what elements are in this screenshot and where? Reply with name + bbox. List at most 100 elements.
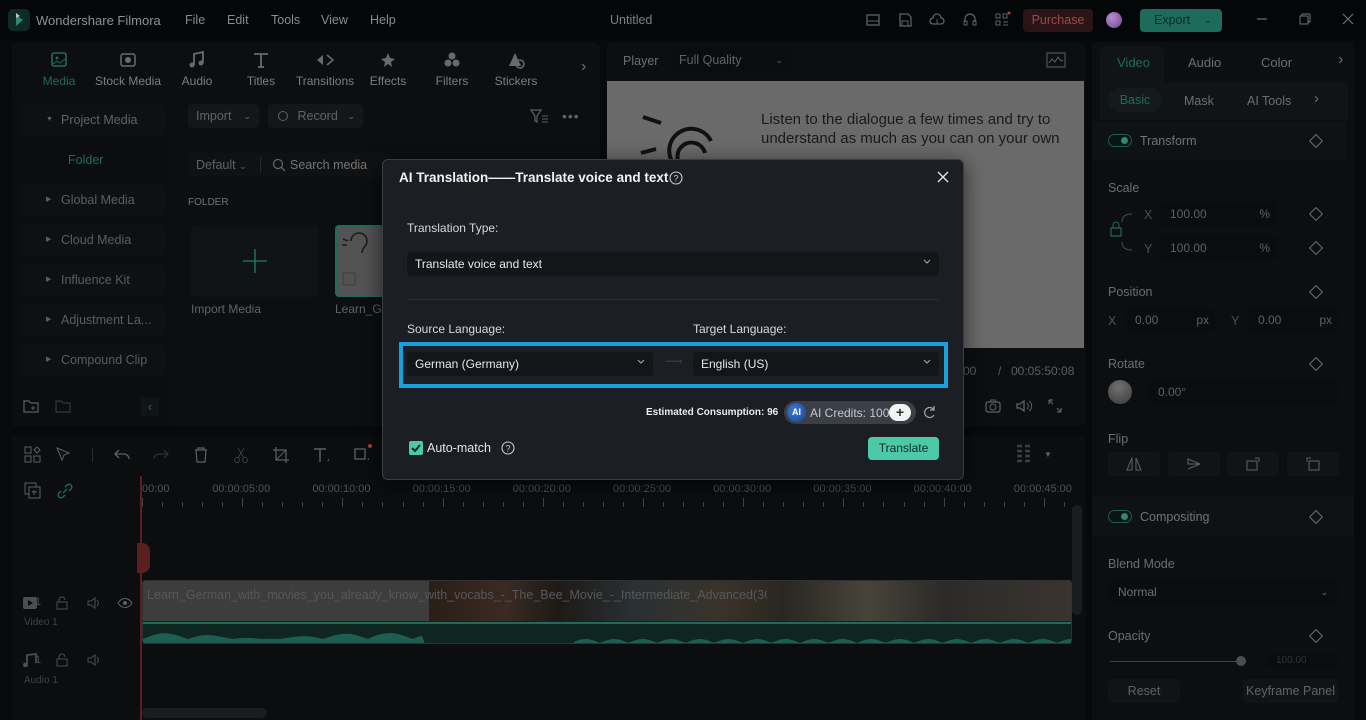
chevron-right-icon[interactable]: › (1338, 51, 1343, 69)
position-x-input[interactable]: 0.00 px (1125, 308, 1215, 332)
refresh-icon[interactable] (923, 405, 937, 419)
volume-icon[interactable] (1015, 398, 1033, 414)
chevron-down-icon[interactable]: ⌄ (1204, 9, 1212, 32)
redo-icon[interactable] (152, 446, 170, 464)
sidebar-item-influence-kit[interactable]: ▶ Influence Kit (20, 264, 166, 296)
mute-track-icon[interactable] (87, 596, 101, 610)
tab-effects[interactable]: Effects (353, 50, 423, 88)
target-language-dropdown[interactable]: English (US) (693, 352, 939, 376)
delete-folder-icon[interactable] (55, 398, 71, 414)
opacity-slider-thumb[interactable] (1236, 656, 1246, 666)
blend-mode-dropdown[interactable]: Normal ⌄ (1108, 580, 1338, 604)
quality-dropdown[interactable]: Full Quality ⌄ (673, 48, 791, 72)
playhead-handle[interactable] (137, 543, 150, 573)
track-view-icon[interactable] (1015, 444, 1033, 464)
scissors-split-icon[interactable] (232, 446, 250, 464)
help-icon[interactable]: ? (501, 441, 515, 455)
chevron-right-icon[interactable]: › (1314, 90, 1319, 107)
layout-icon[interactable] (864, 11, 882, 29)
auto-match-checkbox[interactable] (409, 441, 423, 455)
more-options-icon[interactable]: ••• (562, 108, 580, 124)
chevron-right-icon[interactable]: › (581, 58, 586, 76)
transform-toggle[interactable] (1108, 134, 1132, 147)
tab-stock-media[interactable]: Stock Media (93, 50, 163, 88)
menu-help[interactable]: Help (370, 13, 396, 27)
link-icon[interactable] (56, 482, 74, 500)
close-dialog-icon[interactable] (936, 170, 950, 184)
tab-media[interactable]: Media (24, 50, 94, 88)
restore-icon[interactable] (1298, 12, 1312, 26)
tab-audio-props[interactable]: Audio (1188, 55, 1221, 70)
lock-ratio-icon[interactable] (1110, 210, 1136, 254)
scene-layout-icon[interactable] (24, 446, 42, 464)
import-media-tile[interactable] (191, 225, 319, 297)
timeline-clip[interactable]: Learn_German_with_movies_you_already_kno… (142, 580, 1072, 644)
new-folder-icon[interactable] (23, 398, 39, 414)
eye-visibility-icon[interactable] (117, 596, 133, 610)
scale-x-input[interactable]: 100.00% (1160, 202, 1278, 226)
subtab-ai-tools[interactable]: AI Tools (1247, 94, 1291, 108)
sidebar-item-adjustment-layer[interactable]: ▶ Adjustment La... (20, 304, 166, 336)
source-language-dropdown[interactable]: German (Germany) (407, 352, 653, 376)
export-button[interactable]: Export ⌄ (1140, 9, 1222, 32)
tab-transitions[interactable]: Transitions (290, 50, 360, 88)
tab-video[interactable]: Video (1117, 55, 1150, 70)
reset-button[interactable]: Reset (1108, 679, 1180, 703)
add-track-icon[interactable] (24, 482, 42, 500)
tab-titles[interactable]: Titles (226, 50, 296, 88)
tab-stickers[interactable]: Stickers (481, 50, 551, 88)
rotate-cw-button[interactable] (1227, 452, 1279, 476)
filter-sort-icon[interactable] (529, 108, 549, 126)
rotate-dial[interactable] (1108, 380, 1132, 404)
scale-y-input[interactable]: 100.00% (1160, 236, 1278, 260)
sidebar-item-global-media[interactable]: ▶ Global Media (20, 184, 166, 216)
opacity-input[interactable]: 100.00 (1266, 654, 1338, 668)
flip-vertical-button[interactable] (1168, 452, 1220, 476)
menu-edit[interactable]: Edit (227, 13, 249, 27)
rotate-input[interactable]: 0.00° (1148, 380, 1338, 404)
menu-file[interactable]: File (185, 13, 205, 27)
save-icon[interactable] (896, 11, 914, 29)
shape-tool-icon[interactable] (353, 443, 373, 463)
position-y-input[interactable]: 0.00 px (1248, 308, 1338, 332)
sidebar-item-cloud-media[interactable]: ▶ Cloud Media (20, 224, 166, 256)
import-dropdown[interactable]: Import ⌄ (188, 104, 259, 128)
minimize-icon[interactable] (1255, 12, 1269, 26)
timeline-horizontal-scrollbar[interactable] (142, 708, 267, 718)
media-clip-thumbnail[interactable] (335, 225, 385, 297)
search-media-input[interactable] (290, 156, 382, 174)
fullscreen-icon[interactable] (1047, 398, 1063, 414)
delete-trash-icon[interactable] (192, 446, 210, 464)
cloud-upload-icon[interactable] (928, 11, 946, 29)
translation-type-dropdown[interactable]: Translate voice and text (407, 252, 939, 276)
sidebar-item-compound-clip[interactable]: ▶ Compound Clip (20, 344, 166, 376)
help-icon[interactable]: ? (669, 171, 683, 185)
compositing-toggle[interactable] (1108, 510, 1132, 523)
menu-view[interactable]: View (321, 13, 348, 27)
sidebar-item-project-media[interactable]: ▼ Project Media (20, 104, 166, 136)
keyframe-panel-button[interactable]: Keyframe Panel (1243, 679, 1338, 703)
lock-track-icon[interactable] (55, 596, 69, 610)
select-cursor-icon[interactable] (55, 446, 73, 464)
tab-filters[interactable]: Filters (417, 50, 487, 88)
undo-icon[interactable] (113, 446, 131, 464)
add-credits-button[interactable]: + (889, 404, 911, 421)
sort-dropdown[interactable]: Default ⌄ (196, 158, 247, 172)
timeline-vertical-scrollbar[interactable] (1072, 505, 1082, 615)
opacity-slider-track[interactable] (1110, 661, 1244, 662)
collapse-sidebar-icon[interactable]: ‹ (141, 398, 159, 416)
subtab-basic[interactable]: Basic (1108, 88, 1162, 112)
crop-icon[interactable] (272, 446, 290, 464)
record-dropdown[interactable]: Record ⌄ (268, 104, 363, 128)
lock-track-icon[interactable] (55, 653, 69, 667)
purchase-button[interactable]: Purchase (1023, 9, 1093, 32)
subtab-mask[interactable]: Mask (1184, 94, 1214, 108)
close-window-icon[interactable] (1341, 12, 1355, 26)
rotate-ccw-button[interactable] (1287, 452, 1339, 476)
waveform-monitor-icon[interactable] (1046, 52, 1066, 68)
support-headset-icon[interactable] (961, 11, 979, 29)
tab-color[interactable]: Color (1261, 55, 1292, 70)
flip-horizontal-button[interactable] (1108, 452, 1160, 476)
caret-down-icon[interactable]: ▼ (1044, 450, 1052, 459)
snapshot-camera-icon[interactable] (984, 398, 1002, 414)
